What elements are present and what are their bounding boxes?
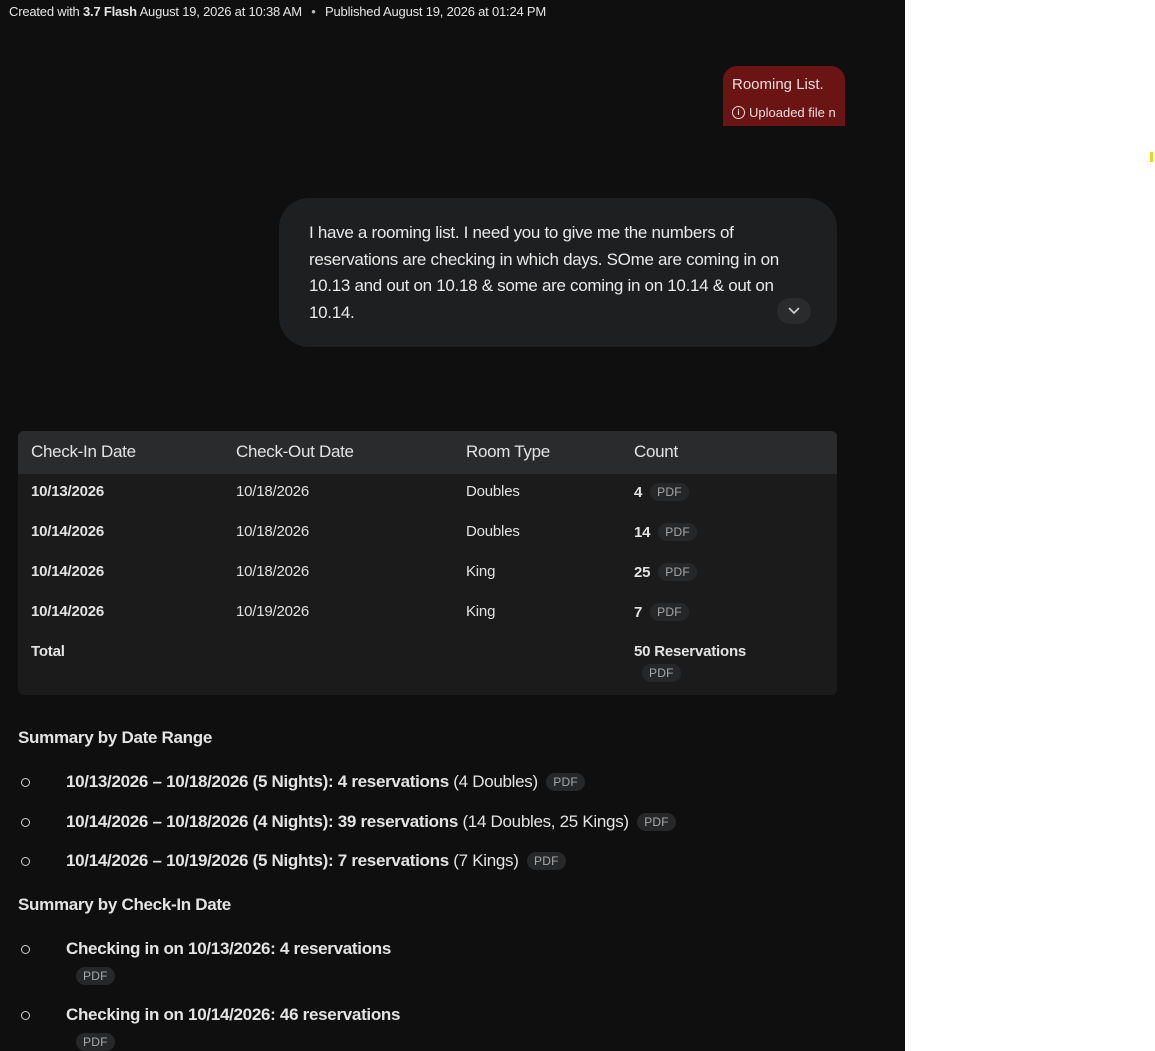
table-header: Check-In Date Check-Out Date Room Type C… [18, 431, 837, 474]
bullet-icon [21, 857, 30, 866]
list-item-text: Checking in on 10/13/2026: 4 reservation… [66, 939, 391, 959]
table-total-row: Total 50 Reservations PDF [18, 634, 837, 695]
info-icon: i [732, 106, 745, 119]
published-date: Published August 19, 2026 at 01:24 PM [325, 4, 547, 19]
pdf-source-chip[interactable]: PDF [76, 967, 115, 985]
pdf-source-chip[interactable]: PDF [637, 813, 676, 831]
list-item-source: PDF [76, 967, 115, 986]
pdf-source-chip[interactable]: PDF [527, 852, 566, 870]
created-prefix: Created with [9, 4, 80, 19]
cell-check-in: 10/13/2026 [31, 483, 105, 500]
created-date: August 19, 2026 at 10:38 AM [139, 4, 302, 19]
count-value: 25 [634, 564, 651, 581]
summary-check-in-title: Summary by Check-In Date [18, 895, 231, 914]
cell-check-out: 10/19/2026 [236, 603, 310, 620]
list-item-detail: (14 Doubles, 25 Kings) [458, 812, 629, 831]
pdf-source-chip[interactable]: PDF [76, 1033, 115, 1051]
header-check-out: Check-Out Date [236, 442, 354, 461]
cell-check-out: 10/18/2026 [236, 483, 310, 500]
total-count: 50 Reservations PDF [634, 643, 746, 682]
user-message-bubble: I have a rooming list. I need you to giv… [279, 198, 837, 347]
model-name: 3.7 Flash [83, 4, 137, 19]
header-check-in: Check-In Date [31, 442, 136, 461]
list-item-detail: (4 Doubles) [448, 772, 538, 791]
pdf-source-chip[interactable]: PDF [650, 483, 689, 501]
user-message-text: I have a rooming list. I need you to giv… [309, 223, 779, 322]
cell-check-out: 10/18/2026 [236, 523, 310, 540]
cell-count: 7 PDF [634, 603, 689, 621]
bullet-icon [21, 1011, 30, 1020]
conversation-meta: Created with 3.7 Flash August 19, 2026 a… [9, 4, 546, 19]
file-status-text: Uploaded file n [749, 105, 836, 120]
table-row: 10/13/2026 10/18/2026 Doubles 4 PDF [18, 474, 837, 514]
table-row: 10/14/2026 10/19/2026 King 7 PDF [18, 594, 837, 634]
bullet-icon [21, 778, 30, 787]
conversation-panel: Created with 3.7 Flash August 19, 2026 a… [0, 0, 905, 1051]
cell-count: 25 PDF [634, 563, 697, 581]
cell-room-type: Doubles [466, 483, 520, 500]
bullet-icon [21, 945, 30, 954]
list-item-bold: Checking in on 10/14/2026: 46 reservatio… [66, 1005, 401, 1024]
reservations-table: Check-In Date Check-Out Date Room Type C… [18, 431, 837, 695]
table-row: 10/14/2026 10/18/2026 Doubles 14 PDF [18, 514, 837, 554]
summary-date-range-title: Summary by Date Range [18, 728, 212, 747]
meta-separator: • [311, 4, 316, 19]
list-item-detail: (7 Kings) [448, 851, 519, 870]
list-item-bold: 10/13/2026 – 10/18/2026 (5 Nights): 4 re… [66, 772, 449, 791]
list-item-bold: 10/14/2026 – 10/18/2026 (4 Nights): 39 r… [66, 812, 459, 831]
pdf-source-chip[interactable]: PDF [546, 773, 585, 791]
scroll-marker [1150, 152, 1153, 162]
list-item-text: 10/14/2026 – 10/19/2026 (5 Nights): 7 re… [66, 851, 566, 871]
pdf-source-chip[interactable]: PDF [658, 523, 697, 541]
list-item-text: Checking in on 10/14/2026: 46 reservatio… [66, 1005, 400, 1025]
cell-room-type: Doubles [466, 523, 520, 540]
cell-check-in: 10/14/2026 [31, 563, 105, 580]
list-item-text: 10/14/2026 – 10/18/2026 (4 Nights): 39 r… [66, 812, 676, 832]
pdf-source-chip[interactable]: PDF [650, 603, 689, 621]
total-label: Total [31, 643, 65, 660]
file-status: i Uploaded file n [732, 105, 836, 120]
cell-check-in: 10/14/2026 [31, 603, 105, 620]
header-count: Count [634, 442, 678, 461]
uploaded-file-chip[interactable]: Rooming List. i Uploaded file n [723, 66, 845, 126]
count-value: 4 [634, 484, 643, 501]
count-value: 14 [634, 524, 651, 541]
cell-count: 14 PDF [634, 523, 697, 541]
cell-room-type: King [466, 563, 496, 580]
file-name: Rooming List. [732, 76, 824, 93]
total-count-value: 50 Reservations [634, 643, 747, 660]
count-value: 7 [634, 604, 643, 621]
pdf-source-chip[interactable]: PDF [658, 563, 697, 581]
expand-message-button[interactable] [777, 298, 811, 324]
cell-count: 4 PDF [634, 483, 689, 501]
chevron-down-icon [788, 307, 800, 314]
list-item-source: PDF [76, 1033, 115, 1051]
list-item-text: 10/13/2026 – 10/18/2026 (5 Nights): 4 re… [66, 772, 585, 792]
list-item-bold: Checking in on 10/13/2026: 4 reservation… [66, 939, 392, 958]
header-room-type: Room Type [466, 442, 550, 461]
list-item-bold: 10/14/2026 – 10/19/2026 (5 Nights): 7 re… [66, 851, 449, 870]
bullet-icon [21, 818, 30, 827]
cell-check-in: 10/14/2026 [31, 523, 105, 540]
cell-check-out: 10/18/2026 [236, 563, 310, 580]
pdf-source-chip[interactable]: PDF [642, 664, 681, 682]
table-row: 10/14/2026 10/18/2026 King 25 PDF [18, 554, 837, 594]
cell-room-type: King [466, 603, 496, 620]
